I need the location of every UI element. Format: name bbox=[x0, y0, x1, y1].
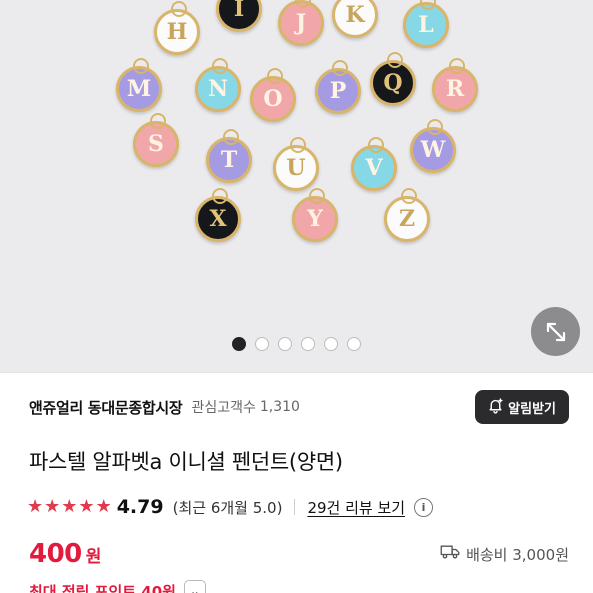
charm-y: Y bbox=[292, 188, 338, 242]
points-row: 최대 적립 포인트 40원 ⌄ bbox=[29, 580, 206, 593]
star-icon: ★ bbox=[27, 496, 44, 517]
chevron-down-icon[interactable]: ⌄ bbox=[183, 580, 206, 593]
star-icon: ★ bbox=[95, 496, 112, 517]
star-icon: ★ bbox=[61, 496, 78, 517]
price: 400 bbox=[29, 539, 82, 569]
gallery-pagination bbox=[232, 337, 361, 351]
pagination-dot[interactable] bbox=[324, 337, 338, 351]
pagination-dot[interactable] bbox=[278, 337, 292, 351]
rating-stars: ★ ★ ★ ★ ★ bbox=[27, 498, 112, 516]
charm-v: V bbox=[351, 137, 397, 191]
price-row: 400 원 배송비 3,000원 bbox=[29, 536, 569, 572]
charm-o: O bbox=[250, 68, 296, 122]
pagination-dot[interactable] bbox=[255, 337, 269, 351]
alarm-button[interactable]: 알림받기 bbox=[475, 390, 569, 424]
charm-n: N bbox=[195, 58, 241, 112]
store-name[interactable]: 앤쥬얼리 동대문종합시장 bbox=[29, 397, 183, 418]
expand-arrows-icon[interactable] bbox=[531, 307, 580, 356]
charm-s: S bbox=[133, 113, 179, 167]
charm-m: M bbox=[116, 58, 162, 112]
charm-z: Z bbox=[384, 188, 430, 242]
separator bbox=[294, 499, 296, 515]
charm-h: H bbox=[154, 1, 200, 55]
info-icon[interactable]: i bbox=[414, 497, 434, 517]
pagination-dot[interactable] bbox=[232, 337, 246, 351]
rating-recent: (최근 6개월 5.0) bbox=[172, 498, 283, 517]
alarm-button-label: 알림받기 bbox=[508, 401, 556, 417]
charm-x: X bbox=[195, 188, 241, 242]
rating-value: 4.79 bbox=[116, 496, 164, 518]
charm-k: K bbox=[332, 0, 378, 38]
charm-p: P bbox=[315, 60, 361, 114]
charm-t: T bbox=[206, 129, 252, 183]
charm-w: W bbox=[410, 119, 456, 173]
price-unit: 원 bbox=[85, 546, 102, 567]
charm-u: U bbox=[273, 137, 319, 191]
review-link[interactable]: 29건 리뷰 보기 bbox=[307, 497, 405, 518]
delivery-truck-icon bbox=[440, 544, 460, 564]
charm-i: I bbox=[216, 0, 262, 32]
charm-j: J bbox=[278, 0, 324, 46]
rating-row: ★ ★ ★ ★ ★ 4.79 (최근 6개월 5.0) 29건 리뷰 보기 i bbox=[27, 494, 567, 520]
pagination-dot[interactable] bbox=[301, 337, 315, 351]
pagination-dot[interactable] bbox=[347, 337, 361, 351]
product-title: 파스텔 알파벳a 이니셜 펜던트(양면) bbox=[29, 450, 343, 474]
follow-label: 관심고객수 bbox=[191, 400, 256, 416]
star-icon: ★ bbox=[44, 496, 61, 517]
product-image-gallery[interactable]: H I J K L M N O P Q R S T U V W X Y Z bbox=[0, 0, 593, 372]
store-row: 앤쥬얼리 동대문종합시장 관심고객수 1,310 알림받기 bbox=[29, 388, 569, 426]
shipping-text: 배송비 3,000원 bbox=[466, 545, 569, 564]
shipping-info: 배송비 3,000원 bbox=[440, 544, 569, 565]
star-icon: ★ bbox=[78, 496, 95, 517]
bell-plus-icon bbox=[487, 397, 504, 418]
charm-q: Q bbox=[370, 52, 416, 106]
divider bbox=[0, 372, 593, 373]
charm-r: R bbox=[432, 58, 478, 112]
max-points: 최대 적립 포인트 40원 bbox=[29, 582, 176, 593]
follow-count: 1,310 bbox=[259, 399, 300, 415]
charm-l: L bbox=[403, 0, 449, 48]
